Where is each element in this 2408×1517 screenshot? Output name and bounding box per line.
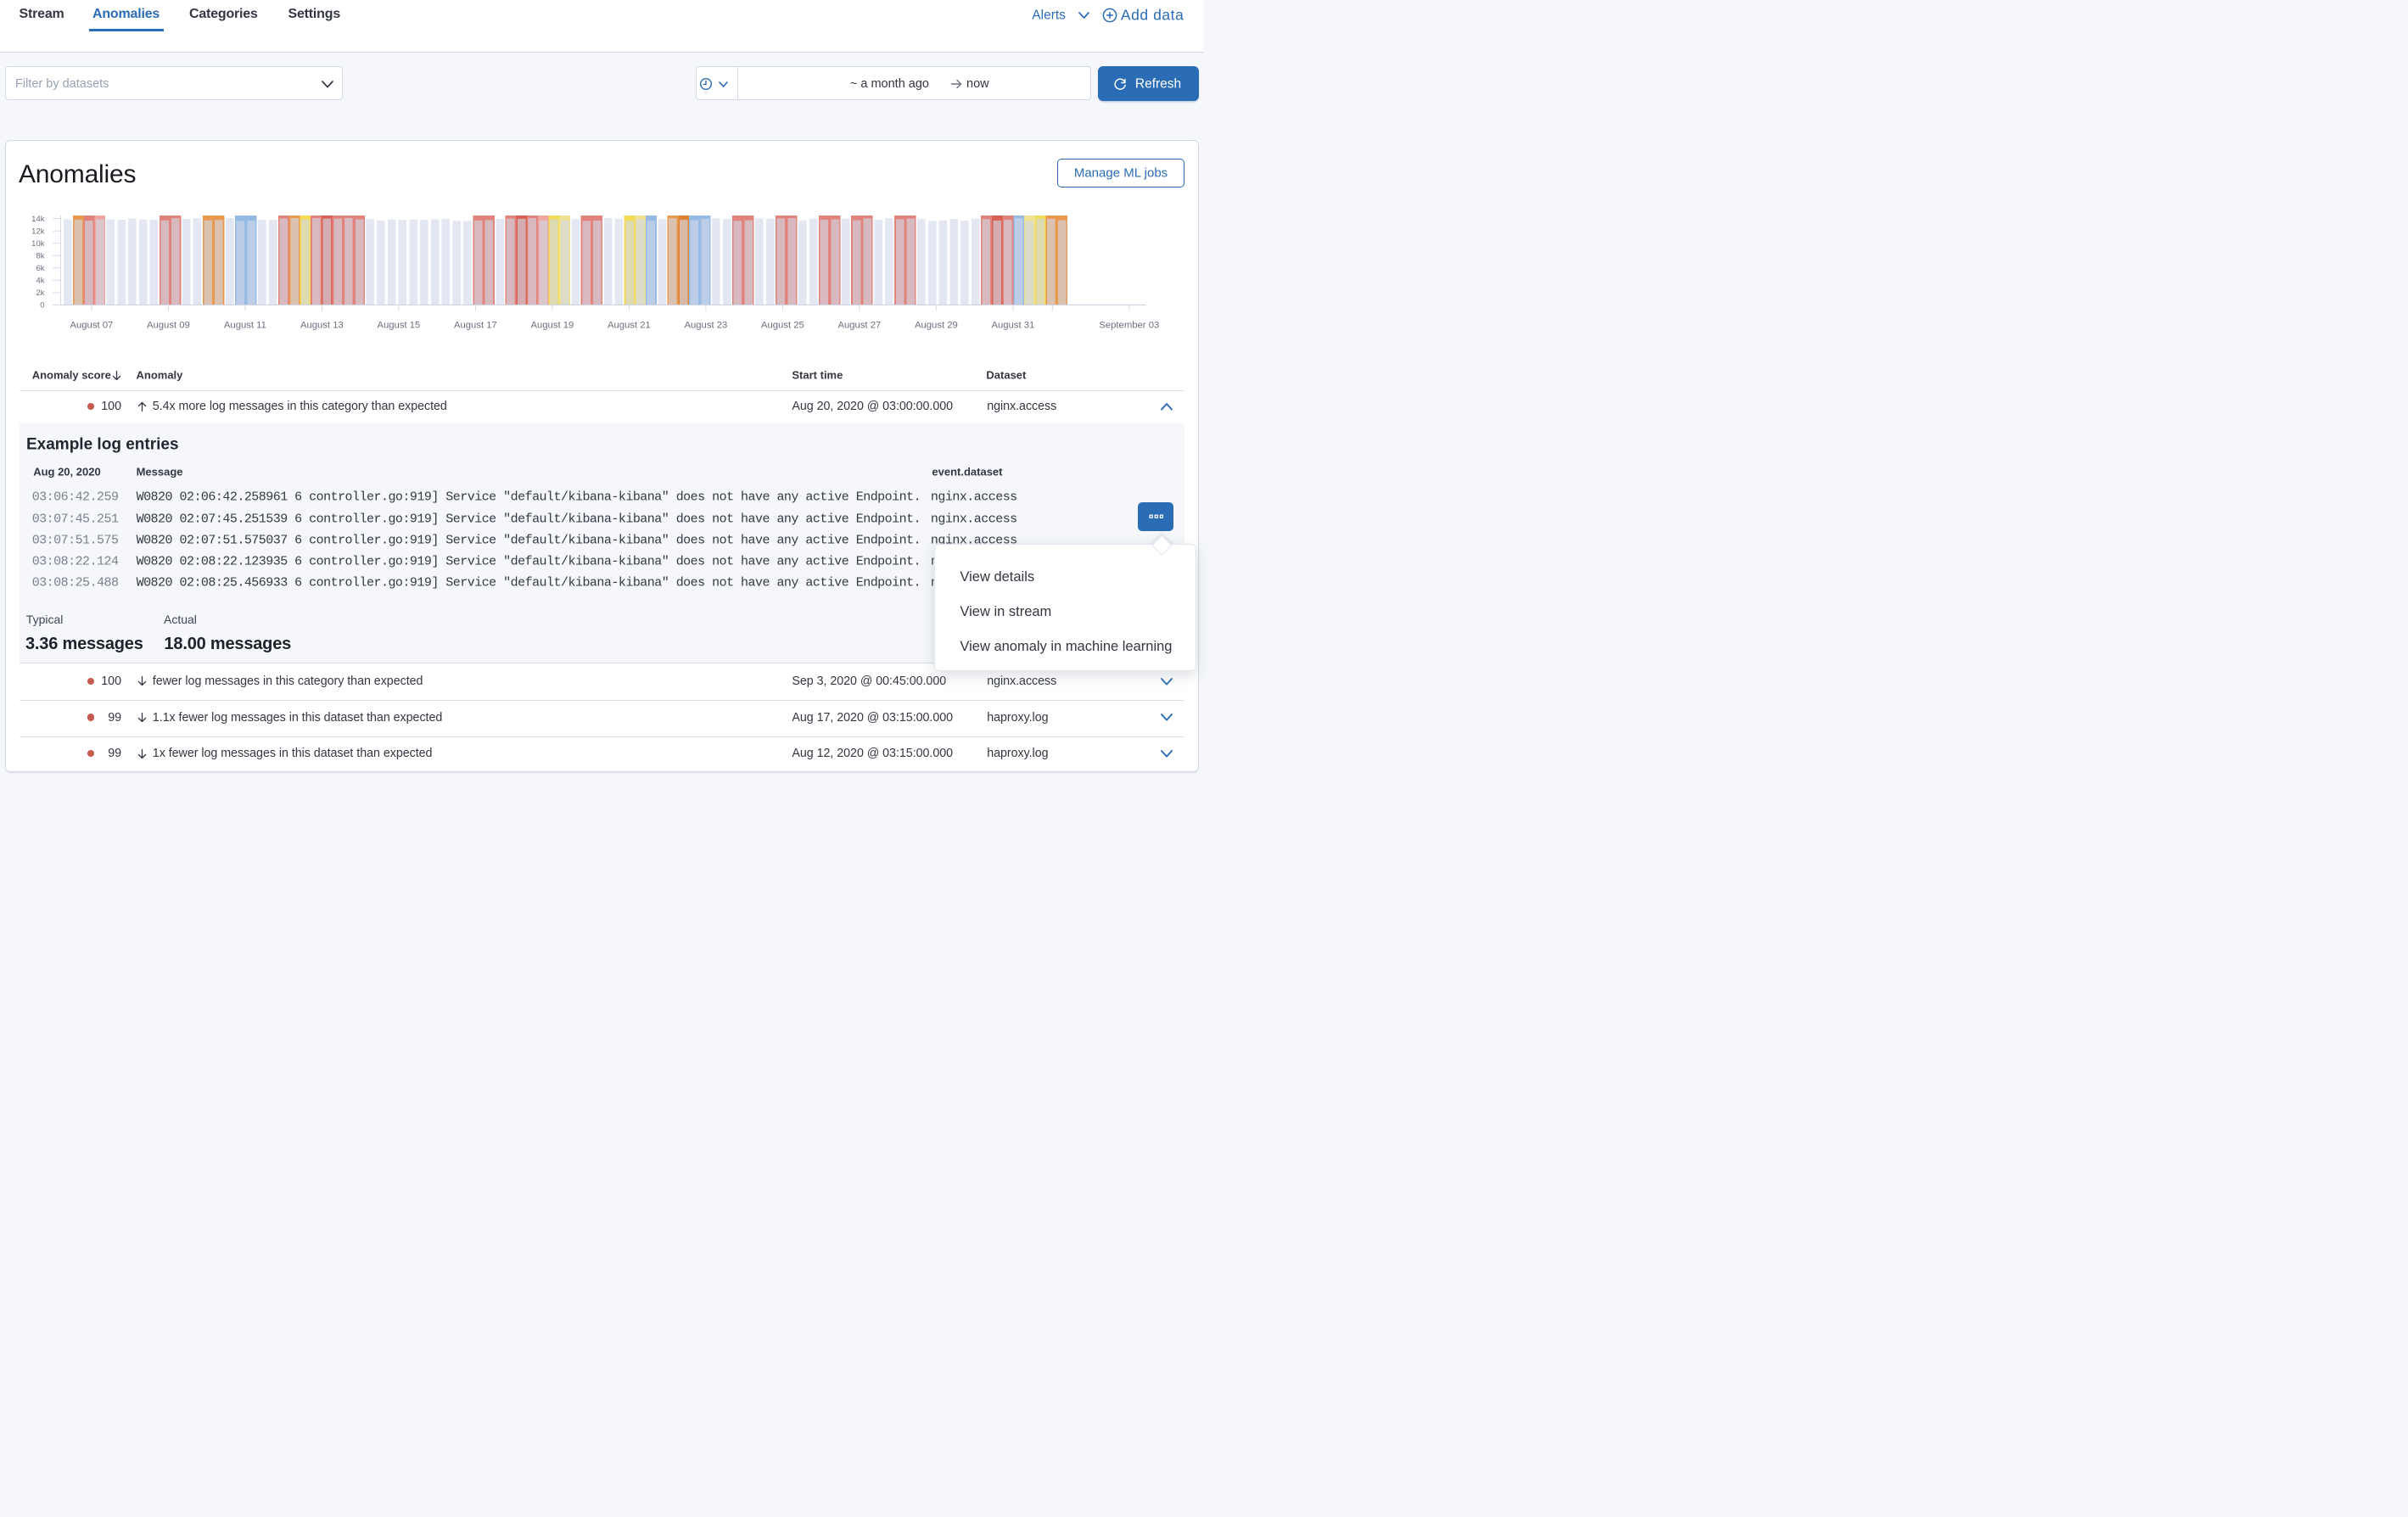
- svg-text:August 21: August 21: [608, 320, 651, 330]
- svg-text:14k: 14k: [31, 215, 45, 224]
- svg-text:0: 0: [40, 301, 44, 311]
- svg-text:August 25: August 25: [761, 320, 804, 330]
- svg-text:12k: 12k: [31, 227, 45, 236]
- svg-text:8k: 8k: [36, 251, 44, 260]
- svg-text:September 03: September 03: [1099, 320, 1159, 330]
- svg-text:August 07: August 07: [70, 320, 113, 330]
- svg-text:August 19: August 19: [530, 320, 574, 330]
- svg-text:4k: 4k: [36, 277, 44, 286]
- svg-text:August 27: August 27: [837, 320, 881, 330]
- svg-text:August 17: August 17: [454, 320, 497, 330]
- svg-text:August 23: August 23: [684, 320, 727, 330]
- svg-text:August 11: August 11: [224, 320, 266, 330]
- svg-text:August 15: August 15: [377, 320, 420, 330]
- svg-text:August 13: August 13: [300, 320, 344, 330]
- svg-text:10k: 10k: [31, 239, 45, 249]
- svg-text:6k: 6k: [36, 264, 44, 273]
- svg-text:August 29: August 29: [915, 320, 958, 330]
- svg-text:August 31: August 31: [991, 320, 1034, 330]
- svg-text:August 09: August 09: [147, 320, 190, 330]
- svg-text:2k: 2k: [36, 288, 44, 298]
